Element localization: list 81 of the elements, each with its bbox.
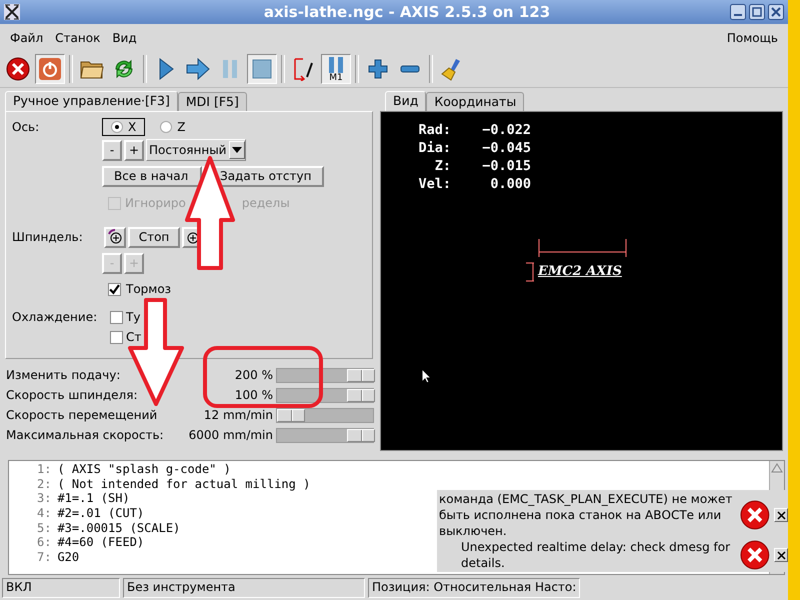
checkbox-label: Ту — [126, 310, 140, 324]
checkbox-label: Тормоз — [126, 282, 172, 296]
line-number: 6: — [37, 535, 52, 550]
slider-thumb[interactable] — [347, 428, 375, 442]
logo-text: EMC2 AXIS — [538, 264, 622, 280]
power-button[interactable] — [35, 54, 65, 84]
status-field: ВКЛ — [2, 578, 120, 598]
maximize-button[interactable] — [749, 4, 765, 20]
checkbox-label: Игнориро — [125, 196, 186, 210]
slider-value: 12 mm/min — [202, 408, 273, 422]
jog-plus-button[interactable]: + — [124, 140, 144, 161]
mouse-cursor-icon — [421, 368, 431, 384]
caret-icon — [232, 147, 242, 154]
code-line: #3=.00015 (SCALE) — [57, 520, 180, 536]
slider-value: 6000 mm/min — [188, 428, 273, 442]
line-number: 5: — [37, 520, 52, 536]
readout-value: −0.015 — [481, 158, 531, 176]
menu-item[interactable]: Файл — [4, 30, 50, 45]
error-icon — [740, 540, 770, 570]
coolant-checkbox[interactable] — [110, 310, 123, 324]
code-line: #4=60 (FEED) — [57, 535, 144, 550]
slider-label: Максимальная скорость: — [6, 428, 165, 442]
menu-item[interactable]: Станок — [49, 30, 106, 45]
readout-label: Vel: — [417, 176, 451, 194]
app-icon — [4, 4, 20, 20]
code-line: #1=.1 (SH) — [57, 491, 130, 506]
readout-label: Rad: — [417, 122, 451, 140]
spindle-stop-button[interactable]: Стоп — [128, 226, 180, 248]
slider-label: Скорость шпинделя: — [6, 388, 138, 402]
line-number: 3: — [37, 491, 52, 506]
notification-text: Unexpected realtime delay: check dmesg for details. — [460, 539, 732, 571]
bars-icon — [327, 56, 345, 74]
slider-thumb[interactable] — [347, 388, 375, 402]
code-line: G20 — [57, 550, 80, 564]
line-number: 7: — [37, 550, 52, 564]
code-line: #2=.01 (CUT) — [57, 506, 144, 521]
slider-value: 200 % — [234, 368, 273, 382]
readout-label: Z: — [434, 158, 451, 176]
spindle-reverse-button[interactable] — [104, 226, 126, 248]
notification-text: команда (EMC_TASK_PLAN_EXECUTE) не может быть исполнена пока станок на АВОСТе или выключен. — [439, 491, 734, 539]
tab[interactable]: MDI [F5] — [178, 92, 247, 112]
optional-stop-button[interactable]: M1 — [321, 54, 351, 84]
line-number: 1: — [37, 462, 52, 477]
jog-mode-dropdown[interactable]: Постоянный — [146, 139, 246, 162]
readout-label: Dia: — [417, 140, 451, 158]
minimize-button[interactable] — [730, 4, 746, 20]
window-title: axis-lathe.ngc - AXIS 2.5.3 on 123 — [262, 2, 552, 21]
line-number: 4: — [37, 506, 52, 521]
status-field: Позиция: Относительная Насто: — [368, 578, 580, 598]
slider-thumb[interactable] — [347, 368, 375, 382]
code-line: ( AXIS "splash g-code" ) — [57, 462, 231, 477]
readout-value: −0.045 — [481, 140, 531, 158]
checkbox-label: ределы — [242, 196, 290, 210]
tab[interactable]: Координаты — [426, 92, 524, 112]
spindle-reverse-icon — [107, 229, 123, 246]
coolant-checkbox[interactable] — [110, 330, 123, 344]
axis-radio[interactable]: Z — [151, 118, 194, 136]
spindle-label: Шпиндель: — [12, 230, 84, 244]
axis-radio[interactable]: X — [102, 118, 146, 136]
slider-value: 100 % — [234, 388, 273, 402]
readout-value: 0.000 — [489, 176, 531, 194]
error-icon — [740, 500, 770, 530]
coolant-label: Охлаждение: — [12, 310, 98, 324]
scroll-up-arrow-icon[interactable] — [771, 463, 783, 474]
slider-label: Скорость перемещений — [6, 408, 158, 422]
menu-item[interactable]: Вид — [106, 30, 143, 45]
status-field: Без инструмента — [123, 578, 365, 598]
line-number: 2: — [37, 476, 52, 492]
slider-thumb[interactable] — [277, 408, 305, 422]
menu-item[interactable]: Помощь — [720, 30, 784, 45]
home-all-button[interactable]: Все в начал — [102, 166, 202, 187]
axis-label: Ось: — [12, 120, 40, 134]
tab[interactable]: Ручное управление·[F3] — [5, 91, 178, 112]
stop-icon[interactable] — [247, 54, 277, 84]
slider-label: Изменить подачу: — [6, 368, 122, 382]
tab[interactable]: Вид — [385, 91, 426, 112]
readout-value: −0.022 — [481, 122, 531, 140]
brake-checkbox[interactable] — [108, 282, 121, 296]
code-line: ( Not intended for actual milling ) — [57, 476, 310, 492]
jog-minus-button[interactable]: - — [102, 140, 122, 161]
checkbox-label: Ст — [126, 330, 142, 344]
